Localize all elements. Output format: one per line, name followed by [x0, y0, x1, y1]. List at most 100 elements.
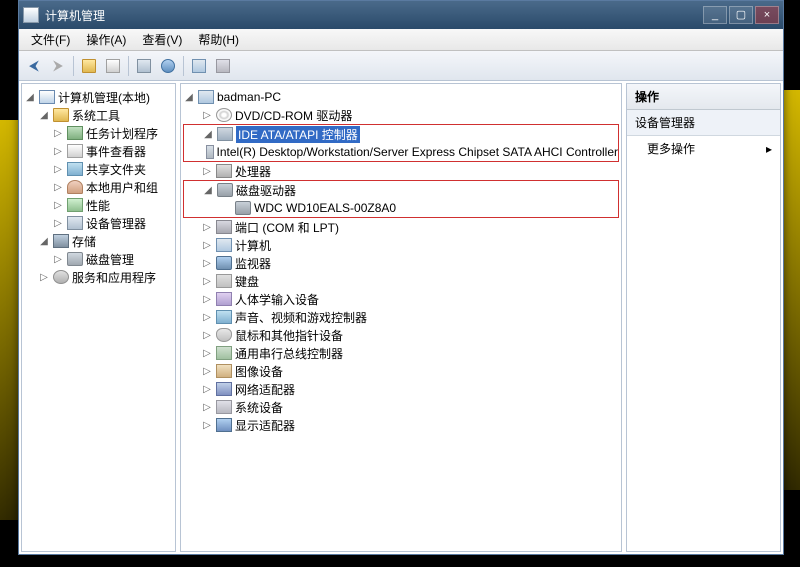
device-node[interactable]: ▷ 图像设备 [183, 362, 619, 380]
device-node[interactable]: ▷系统设备 [183, 398, 619, 416]
highlight-box: ◢ IDE ATA/ATAPI 控制器Intel(R) Desktop/Works… [183, 124, 619, 162]
device-node[interactable]: ◢ IDE ATA/ATAPI 控制器 [184, 125, 618, 143]
mouse-icon [216, 328, 232, 342]
device-node[interactable]: ▷鼠标和其他指针设备 [183, 326, 619, 344]
toggle-icon[interactable]: ▷ [201, 348, 213, 359]
tree-label: IDE ATA/ATAPI 控制器 [236, 126, 360, 143]
menu-action[interactable]: 操作(A) [78, 29, 134, 50]
tree-label: 存储 [72, 233, 96, 250]
device-node[interactable]: ▷通用串行总线控制器 [183, 344, 619, 362]
display-icon [216, 418, 232, 432]
tree-item[interactable]: ▷ 共享文件夹 [24, 160, 173, 178]
menu-view[interactable]: 查看(V) [134, 29, 190, 50]
toggle-icon[interactable]: ▷ [201, 258, 213, 269]
device-node[interactable]: ▷DVD/CD-ROM 驱动器 [183, 106, 619, 124]
toggle-icon[interactable]: ▷ [201, 330, 213, 341]
monitor-icon [216, 256, 232, 270]
device-node[interactable]: Intel(R) Desktop/Workstation/Server Expr… [184, 143, 618, 161]
toggle-icon[interactable]: ▷ [201, 166, 213, 177]
actions-more[interactable]: 更多操作 ▸ [627, 136, 780, 161]
tool-btn-6[interactable] [212, 55, 234, 77]
device-root[interactable]: ◢badman-PC [183, 88, 619, 106]
toggle-icon[interactable]: ▷ [201, 294, 213, 305]
tree-label: 网络适配器 [235, 381, 295, 398]
tree-item[interactable]: ▷磁盘管理 [24, 250, 173, 268]
tree-label: 计算机 [235, 237, 271, 254]
toggle-icon[interactable]: ▷ [52, 146, 64, 157]
toggle-icon[interactable]: ◢ [202, 129, 214, 140]
toggle-icon[interactable]: ▷ [52, 254, 64, 265]
device-node[interactable]: ◢磁盘驱动器 [184, 181, 618, 199]
device-node[interactable]: ▷ 键盘 [183, 272, 619, 290]
toggle-icon[interactable]: ▷ [201, 240, 213, 251]
toggle-icon[interactable]: ▷ [52, 164, 64, 175]
tree-item[interactable]: ▷性能 [24, 196, 173, 214]
pc-icon [198, 90, 214, 104]
toggle-icon[interactable]: ▷ [38, 272, 50, 283]
device-node[interactable]: ▷监视器 [183, 254, 619, 272]
window-title: 计算机管理 [45, 7, 703, 24]
tree-label: 系统工具 [72, 107, 120, 124]
tree-item[interactable]: ▷设备管理器 [24, 214, 173, 232]
toggle-icon[interactable]: ◢ [183, 92, 195, 103]
toggle-icon[interactable]: ▷ [52, 182, 64, 193]
device-node[interactable]: ▷ 处理器 [183, 162, 619, 180]
tree-item[interactable]: ▷事件查看器 [24, 142, 173, 160]
device-node[interactable]: ▷ 网络适配器 [183, 380, 619, 398]
tree-label: 处理器 [235, 163, 271, 180]
tree-group[interactable]: ▷服务和应用程序 [24, 268, 173, 286]
tree-label: 显示适配器 [235, 417, 295, 434]
tree-group[interactable]: ◢ 存储 [24, 232, 173, 250]
titlebar[interactable]: 计算机管理 _ ▢ × [19, 1, 783, 29]
device-node[interactable]: ▷ 计算机 [183, 236, 619, 254]
separator-icon [183, 56, 184, 76]
tree-label: 人体学输入设备 [235, 291, 319, 308]
device-node[interactable]: ▷ 显示适配器 [183, 416, 619, 434]
window-buttons: _ ▢ × [703, 6, 779, 24]
tree-label: 共享文件夹 [86, 161, 146, 178]
tool-btn-5[interactable] [188, 55, 210, 77]
forward-button[interactable]: ⮞ [47, 55, 69, 77]
close-button[interactable]: × [755, 6, 779, 24]
tree-label: 键盘 [235, 273, 259, 290]
toggle-icon[interactable]: ◢ [38, 236, 50, 247]
disk-icon [67, 252, 83, 266]
device-node[interactable]: WDC WD10EALS-00Z8A0 [184, 199, 618, 217]
tool-btn-4[interactable] [157, 55, 179, 77]
actions-pane[interactable]: 操作 设备管理器 更多操作 ▸ [626, 83, 781, 552]
tree-item[interactable]: ▷任务计划程序 [24, 124, 173, 142]
tool-btn-1[interactable] [78, 55, 100, 77]
toggle-icon[interactable]: ▷ [201, 420, 213, 431]
toggle-icon[interactable]: ▷ [201, 312, 213, 323]
hdd-icon [235, 201, 251, 215]
toggle-icon[interactable]: ▷ [201, 222, 213, 233]
tree-group[interactable]: ◢ 系统工具 [24, 106, 173, 124]
toggle-icon[interactable]: ▷ [201, 366, 213, 377]
menu-file[interactable]: 文件(F) [23, 29, 78, 50]
toggle-icon[interactable]: ◢ [202, 185, 214, 196]
toggle-icon[interactable]: ▷ [201, 276, 213, 287]
device-node[interactable]: ▷声音、视频和游戏控制器 [183, 308, 619, 326]
toggle-icon[interactable]: ▷ [52, 218, 64, 229]
toggle-icon[interactable]: ◢ [38, 110, 50, 121]
toggle-icon[interactable]: ◢ [24, 92, 36, 103]
tree-label: 图像设备 [235, 363, 283, 380]
toggle-icon[interactable]: ▷ [201, 402, 213, 413]
device-node[interactable]: ▷端口 (COM 和 LPT) [183, 218, 619, 236]
tool-btn-2[interactable] [102, 55, 124, 77]
tree-root[interactable]: ◢计算机管理(本地) [24, 88, 173, 106]
toggle-icon[interactable]: ▷ [52, 128, 64, 139]
back-button[interactable]: ⮜ [23, 55, 45, 77]
toggle-icon[interactable]: ▷ [201, 384, 213, 395]
maximize-button[interactable]: ▢ [729, 6, 753, 24]
tree-item[interactable]: ▷本地用户和组 [24, 178, 173, 196]
left-pane[interactable]: ◢计算机管理(本地)◢系统工具▷任务计划程序▷事件查看器▷共享文件夹▷本地用户和… [21, 83, 176, 552]
audio-icon [216, 310, 232, 324]
center-pane[interactable]: ◢badman-PC▷DVD/CD-ROM 驱动器 ◢ IDE ATA/ATAPI … [180, 83, 622, 552]
toggle-icon[interactable]: ▷ [52, 200, 64, 211]
toggle-icon[interactable]: ▷ [201, 110, 213, 121]
minimize-button[interactable]: _ [703, 6, 727, 24]
device-node[interactable]: ▷ 人体学输入设备 [183, 290, 619, 308]
menu-help[interactable]: 帮助(H) [190, 29, 247, 50]
tool-btn-3[interactable] [133, 55, 155, 77]
